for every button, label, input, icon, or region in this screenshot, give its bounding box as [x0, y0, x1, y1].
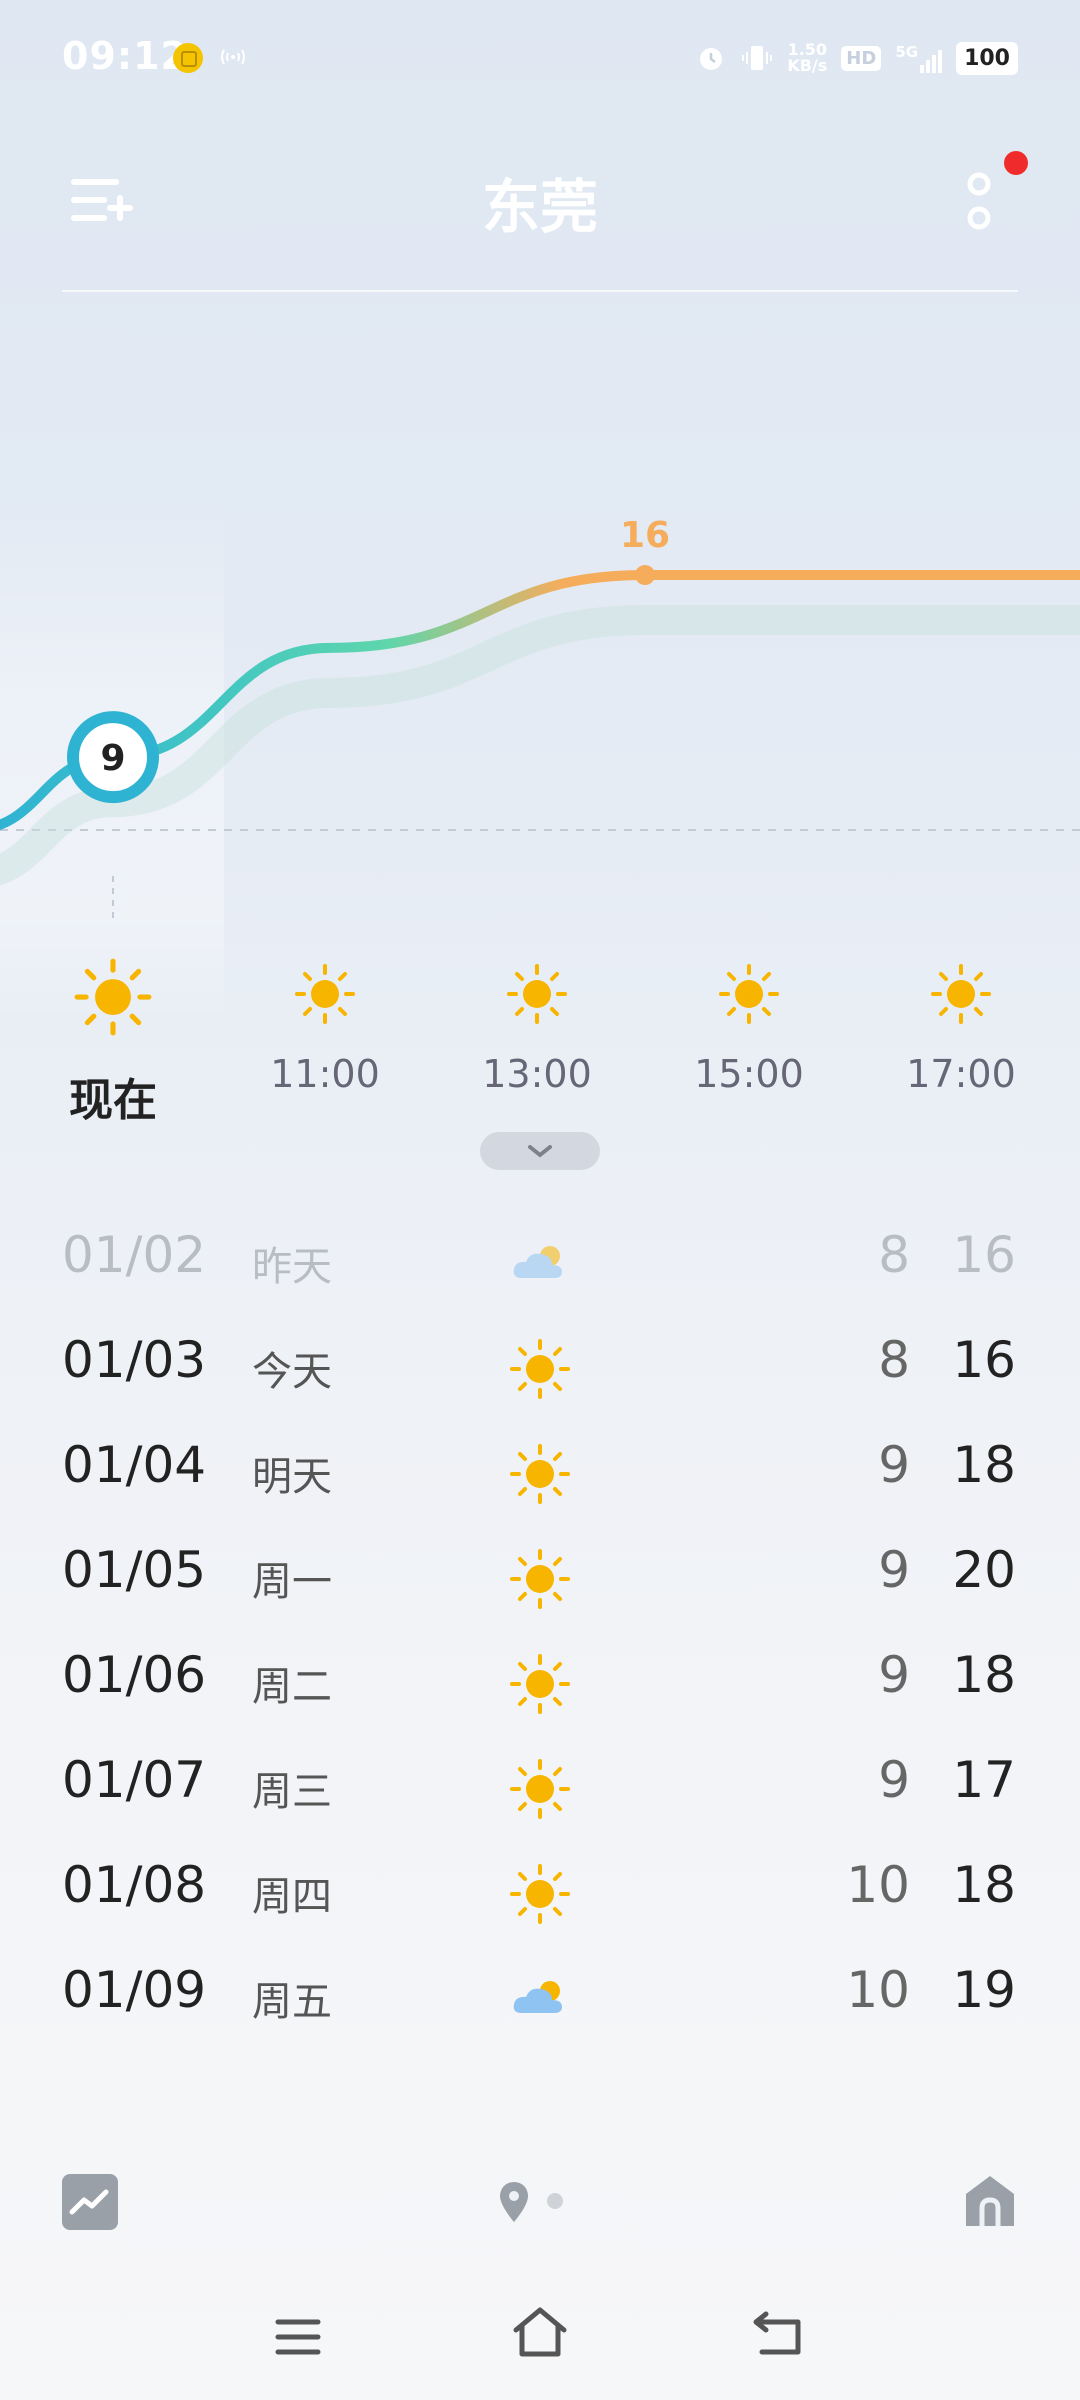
partly-cloudy-icon [508, 1232, 572, 1296]
forecast-high: 17 [952, 1751, 1016, 1809]
battery-icon: 100 [956, 41, 1018, 75]
signal-icon: 5G [895, 43, 943, 73]
forecast-row[interactable]: 01/09 周五 10 19 [0, 1947, 1080, 2051]
forecast-low: 8 [878, 1226, 910, 1284]
forecast-date: 01/06 [62, 1646, 207, 1704]
more-dots-icon[interactable] [958, 170, 1000, 240]
hour-1100[interactable]: 11:00 [245, 962, 405, 1096]
forecast-low: 9 [878, 1541, 910, 1599]
peak-point [635, 565, 655, 585]
forecast-day: 周二 [252, 1664, 332, 1710]
partly-cloudy-icon [508, 1967, 572, 2031]
forecast-row[interactable]: 01/03 今天 8 16 [0, 1317, 1080, 1421]
hd-icon: HD [841, 45, 882, 71]
forecast-row[interactable]: 01/06 周二 9 18 [0, 1632, 1080, 1736]
hour-1300[interactable]: 13:00 [457, 962, 617, 1096]
header-divider [62, 290, 1018, 292]
forecast-high: 20 [952, 1541, 1016, 1599]
hour-label: 15:00 [694, 1052, 804, 1096]
forecast-high: 16 [952, 1226, 1016, 1284]
signal-label: 5G [895, 43, 919, 61]
sun-icon [293, 962, 357, 1026]
sun-icon [508, 1652, 572, 1716]
hour-now[interactable]: 现在 [33, 956, 193, 1128]
vibrate-icon [742, 46, 773, 70]
hour-1700[interactable]: 17:00 [881, 962, 1041, 1096]
status-time: 09:12 [62, 34, 188, 78]
forecast-row[interactable]: 01/05 周一 9 20 [0, 1527, 1080, 1631]
forecast-date: 01/04 [62, 1436, 207, 1494]
forecast-high: 18 [952, 1856, 1016, 1914]
sun-icon [505, 962, 569, 1026]
forecast-high: 18 [952, 1646, 1016, 1704]
forecast-row[interactable]: 01/08 周四 10 18 [0, 1842, 1080, 1946]
coin-icon [173, 43, 203, 73]
forecast-day: 周四 [252, 1874, 332, 1920]
forecast-date: 01/02 [62, 1226, 207, 1284]
notification-dot [1004, 151, 1028, 175]
sun-icon [508, 1442, 572, 1506]
current-temp-label: 9 [100, 738, 125, 779]
net-speed-unit: KB/s [787, 56, 828, 75]
location-pin-icon [500, 2182, 528, 2222]
forecast-row[interactable]: 01/07 周三 9 17 [0, 1737, 1080, 1841]
page-indicator-dot [547, 2193, 563, 2209]
forecast-high: 19 [952, 1961, 1016, 2019]
forecast-high: 16 [952, 1331, 1016, 1389]
sun-icon [508, 1337, 572, 1401]
forecast-day: 今天 [252, 1349, 332, 1395]
nav-menu-icon[interactable] [274, 2316, 322, 2358]
hour-label: 17:00 [906, 1052, 1016, 1096]
home-icon[interactable] [962, 2172, 1018, 2230]
forecast-low: 9 [878, 1436, 910, 1494]
sun-icon [72, 956, 154, 1038]
chevron-down-icon [528, 1145, 552, 1158]
nfc-icon [221, 49, 245, 65]
forecast-row[interactable]: 01/04 明天 9 18 [0, 1422, 1080, 1526]
forecast-day: 周五 [252, 1979, 332, 2025]
hour-1500[interactable]: 15:00 [669, 962, 829, 1096]
forecast-low: 10 [846, 1961, 910, 2019]
forecast-day: 周三 [252, 1769, 332, 1815]
forecast-low: 9 [878, 1751, 910, 1809]
forecast-day: 明天 [252, 1454, 332, 1500]
city-title[interactable]: 东莞 [0, 160, 1080, 244]
hour-label-now: 现在 [69, 1075, 157, 1126]
forecast-low: 10 [846, 1856, 910, 1914]
sun-icon [929, 962, 993, 1026]
hour-label: 11:00 [270, 1052, 380, 1096]
sun-icon [508, 1757, 572, 1821]
forecast-date: 01/03 [62, 1331, 207, 1389]
forecast-date: 01/07 [62, 1751, 207, 1809]
sun-icon [508, 1862, 572, 1926]
forecast-day: 昨天 [252, 1244, 332, 1290]
forecast-date: 01/09 [62, 1961, 207, 2019]
peak-temp-label: 16 [620, 515, 670, 556]
forecast-row[interactable]: 01/02 昨天 8 16 [0, 1212, 1080, 1316]
network-speed: 1.50 KB/s [787, 42, 827, 74]
forecast-low: 8 [878, 1331, 910, 1389]
trend-chart-icon[interactable] [62, 2174, 118, 2230]
forecast-date: 01/08 [62, 1856, 207, 1914]
forecast-high: 18 [952, 1436, 1016, 1494]
sun-icon [508, 1547, 572, 1611]
forecast-date: 01/05 [62, 1541, 207, 1599]
forecast-low: 9 [878, 1646, 910, 1704]
temperature-chart: 16 9 [0, 515, 1080, 920]
expand-hourly-button[interactable] [480, 1132, 600, 1170]
nav-home-icon[interactable] [510, 2304, 570, 2360]
forecast-day: 周一 [252, 1559, 332, 1605]
nav-back-icon[interactable] [752, 2306, 806, 2358]
sun-icon [717, 962, 781, 1026]
hour-label: 13:00 [482, 1052, 592, 1096]
alarm-icon [700, 48, 723, 70]
